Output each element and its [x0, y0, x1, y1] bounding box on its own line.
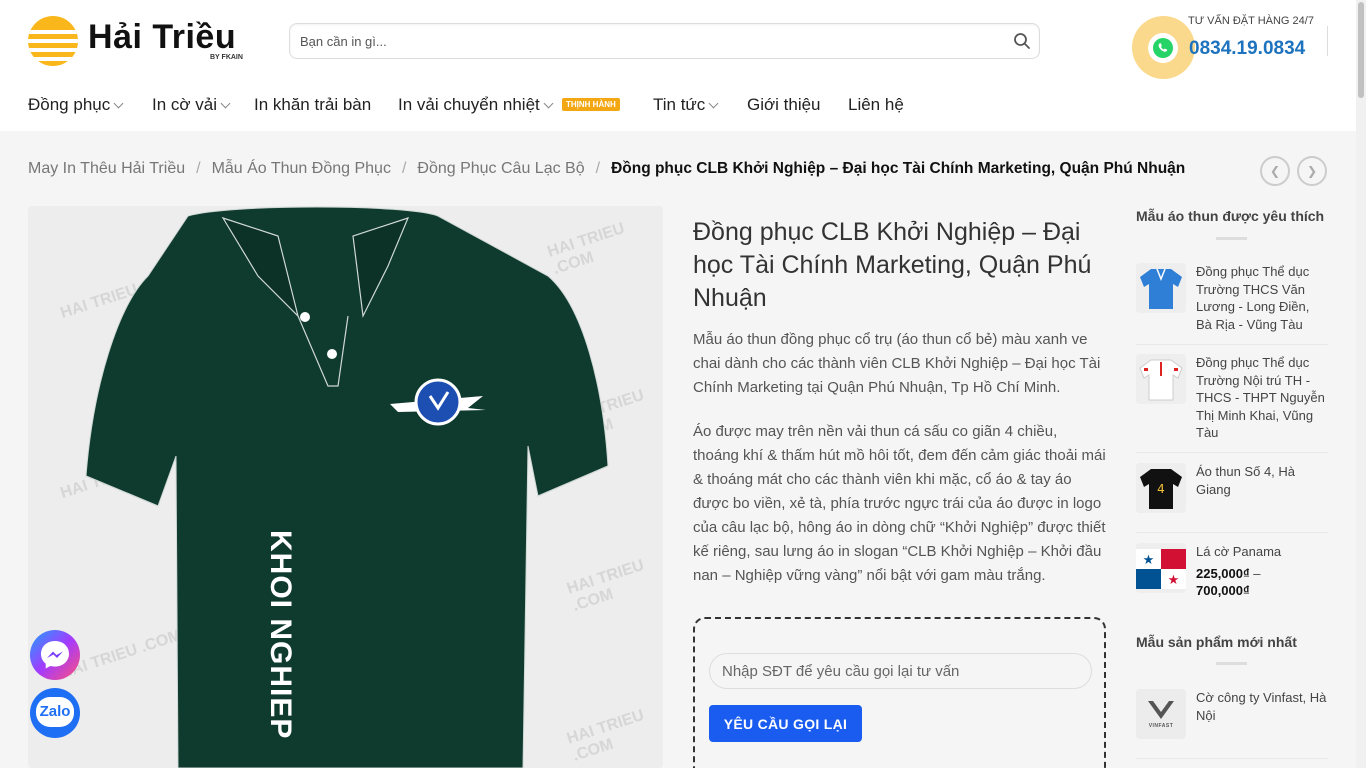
- nav-item-gioi-thieu[interactable]: Giới thiệu: [747, 95, 821, 115]
- product-title: Đồng phục CLB Khởi Nghiệp – Đại học Tài …: [693, 218, 1092, 312]
- sidebar-title-divider: [1216, 237, 1247, 240]
- nav-item-in-vai-chuyen-nhiet[interactable]: In vải chuyển nhiệt: [398, 95, 554, 115]
- chevron-down-icon: [708, 98, 719, 108]
- sidebar-divider: [1136, 452, 1328, 453]
- main-nav: Đồng phục In cờ vải In khăn trải bàn In …: [0, 82, 1356, 131]
- nav-item-label: In cờ vải: [152, 95, 218, 114]
- product-thumbnail[interactable]: VINFAST: [1136, 689, 1186, 739]
- sidebar-product-name[interactable]: Đồng phục Thể dục Trường Nội trú TH - TH…: [1196, 354, 1328, 442]
- product-image[interactable]: HAI TRIEU .COM HAI TRIEU .COM HAI TRIEU …: [28, 206, 663, 768]
- search-input[interactable]: [300, 24, 990, 58]
- chevron-down-icon: [543, 98, 554, 108]
- nav-item-label: In vải chuyển nhiệt: [398, 95, 540, 114]
- header-divider: [1327, 26, 1328, 56]
- messenger-icon: [41, 641, 69, 669]
- polo-shirt-illustration: [85, 206, 609, 768]
- hotline[interactable]: TƯ VẤN ĐẶT HÀNG 24/7 0834.19.0834: [1132, 15, 1332, 80]
- trending-badge: THỊNH HÀNH: [562, 98, 620, 111]
- chevron-right-icon: ❯: [1306, 164, 1318, 178]
- sidebar-divider: [1136, 532, 1328, 533]
- prev-product-button[interactable]: ❮: [1260, 156, 1290, 186]
- shirt-print-text: KHOI NGHIEP: [264, 530, 297, 740]
- svg-text:4: 4: [1157, 482, 1165, 496]
- price-separator: –: [1253, 565, 1261, 581]
- sidebar-product-name[interactable]: Cờ công ty Vinfast, Hà Nội: [1196, 689, 1328, 724]
- sidebar-title-divider: [1216, 662, 1247, 665]
- site-logo[interactable]: Hải Triều BY FKAIN: [28, 16, 252, 66]
- breadcrumb-link[interactable]: May In Thêu Hải Triều: [28, 160, 185, 178]
- nav-item-in-khan-trai-ban[interactable]: In khăn trải bàn: [254, 95, 371, 115]
- sidebar-product-name[interactable]: Áo thun Số 4, Hà Giang: [1196, 463, 1328, 498]
- chevron-down-icon: [220, 98, 231, 108]
- product-thumbnail[interactable]: 4: [1136, 463, 1186, 513]
- breadcrumb-separator: /: [401, 160, 407, 177]
- vinfast-logo-text: VINFAST: [1148, 723, 1174, 729]
- chevron-down-icon: [113, 98, 124, 108]
- sidebar-product-name[interactable]: Đồng phục Thể dục Trường THCS Văn Lương …: [1196, 263, 1328, 333]
- callback-request-button[interactable]: YÊU CẦU GỌI LẠI: [709, 705, 862, 742]
- chevron-left-icon: ❮: [1269, 164, 1281, 178]
- price-min: 225,000₫: [1196, 565, 1250, 581]
- sidebar-product-name[interactable]: Lá cờ Panama: [1196, 543, 1328, 561]
- nav-item-tin-tuc[interactable]: Tin tức: [653, 95, 719, 115]
- logo-text: Hải Triều: [88, 18, 237, 56]
- breadcrumb: May In Thêu Hải Triều / Mẫu Áo Thun Đồng…: [28, 160, 1185, 178]
- nav-item-lien-he[interactable]: Liên hệ: [848, 95, 904, 115]
- hotline-label: TƯ VẤN ĐẶT HÀNG 24/7: [1188, 15, 1314, 27]
- messenger-button[interactable]: [30, 630, 80, 680]
- scrollbar-thumb[interactable]: [1358, 2, 1364, 98]
- sidebar-title-favorites: Mẫu áo thun được yêu thích: [1136, 208, 1325, 224]
- next-product-button[interactable]: ❯: [1297, 156, 1327, 186]
- svg-text:★: ★: [1143, 553, 1155, 568]
- callback-form: YÊU CẦU GỌI LẠI: [693, 617, 1106, 768]
- breadcrumb-separator: /: [595, 160, 601, 177]
- nav-item-label: In khăn trải bàn: [254, 95, 372, 114]
- product-thumbnail[interactable]: [1136, 354, 1186, 404]
- product-thumbnail[interactable]: [1136, 263, 1186, 313]
- nav-item-dong-phuc[interactable]: Đồng phục: [28, 95, 124, 115]
- whatsapp-icon[interactable]: [1148, 33, 1178, 63]
- breadcrumb-link[interactable]: Đồng Phục Câu Lạc Bộ: [417, 160, 584, 178]
- phone-input[interactable]: [709, 653, 1092, 689]
- hotline-number[interactable]: 0834.19.0834: [1189, 38, 1305, 60]
- logo-subtext: BY FKAIN: [210, 54, 243, 61]
- nav-item-in-co-vai[interactable]: In cờ vải: [152, 95, 231, 115]
- breadcrumb-separator: /: [196, 160, 201, 177]
- sidebar-product-info: Lá cờ Panama 225,000₫ – 700,000₫: [1196, 543, 1328, 600]
- zalo-icon: Zalo: [36, 697, 74, 727]
- nav-item-label: Giới thiệu: [747, 95, 821, 114]
- search-box: [289, 23, 1040, 59]
- nav-item-label: Liên hệ: [848, 95, 904, 114]
- breadcrumb-current: Đồng phục CLB Khởi Nghiệp – Đại học Tài …: [611, 160, 1186, 177]
- header: Hải Triều BY FKAIN TƯ VẤN ĐẶT HÀNG 24/7 …: [0, 0, 1356, 82]
- product-description-2: Áo được may trên nền vải thun cá sấu co …: [693, 423, 1106, 584]
- nav-item-label: Đồng phục: [28, 95, 111, 114]
- sidebar-title-new: Mẫu sản phẩm mới nhất: [1136, 634, 1297, 650]
- breadcrumb-link[interactable]: Mẫu Áo Thun Đồng Phục: [212, 160, 391, 178]
- sidebar-divider: [1136, 344, 1328, 345]
- sidebar-divider: [1136, 758, 1328, 759]
- logo-sun-icon: [28, 16, 78, 66]
- product-description-1: Mẫu áo thun đồng phục cổ trụ (áo thun cổ…: [693, 331, 1101, 396]
- product-thumbnail[interactable]: ★ ★: [1136, 543, 1186, 593]
- svg-text:★: ★: [1168, 573, 1180, 588]
- nav-item-label: Tin tức: [653, 95, 706, 114]
- search-icon[interactable]: [1013, 32, 1031, 50]
- price-max: 700,000₫: [1196, 583, 1250, 598]
- zalo-button[interactable]: Zalo: [30, 688, 80, 738]
- page-scrollbar[interactable]: [1356, 0, 1366, 768]
